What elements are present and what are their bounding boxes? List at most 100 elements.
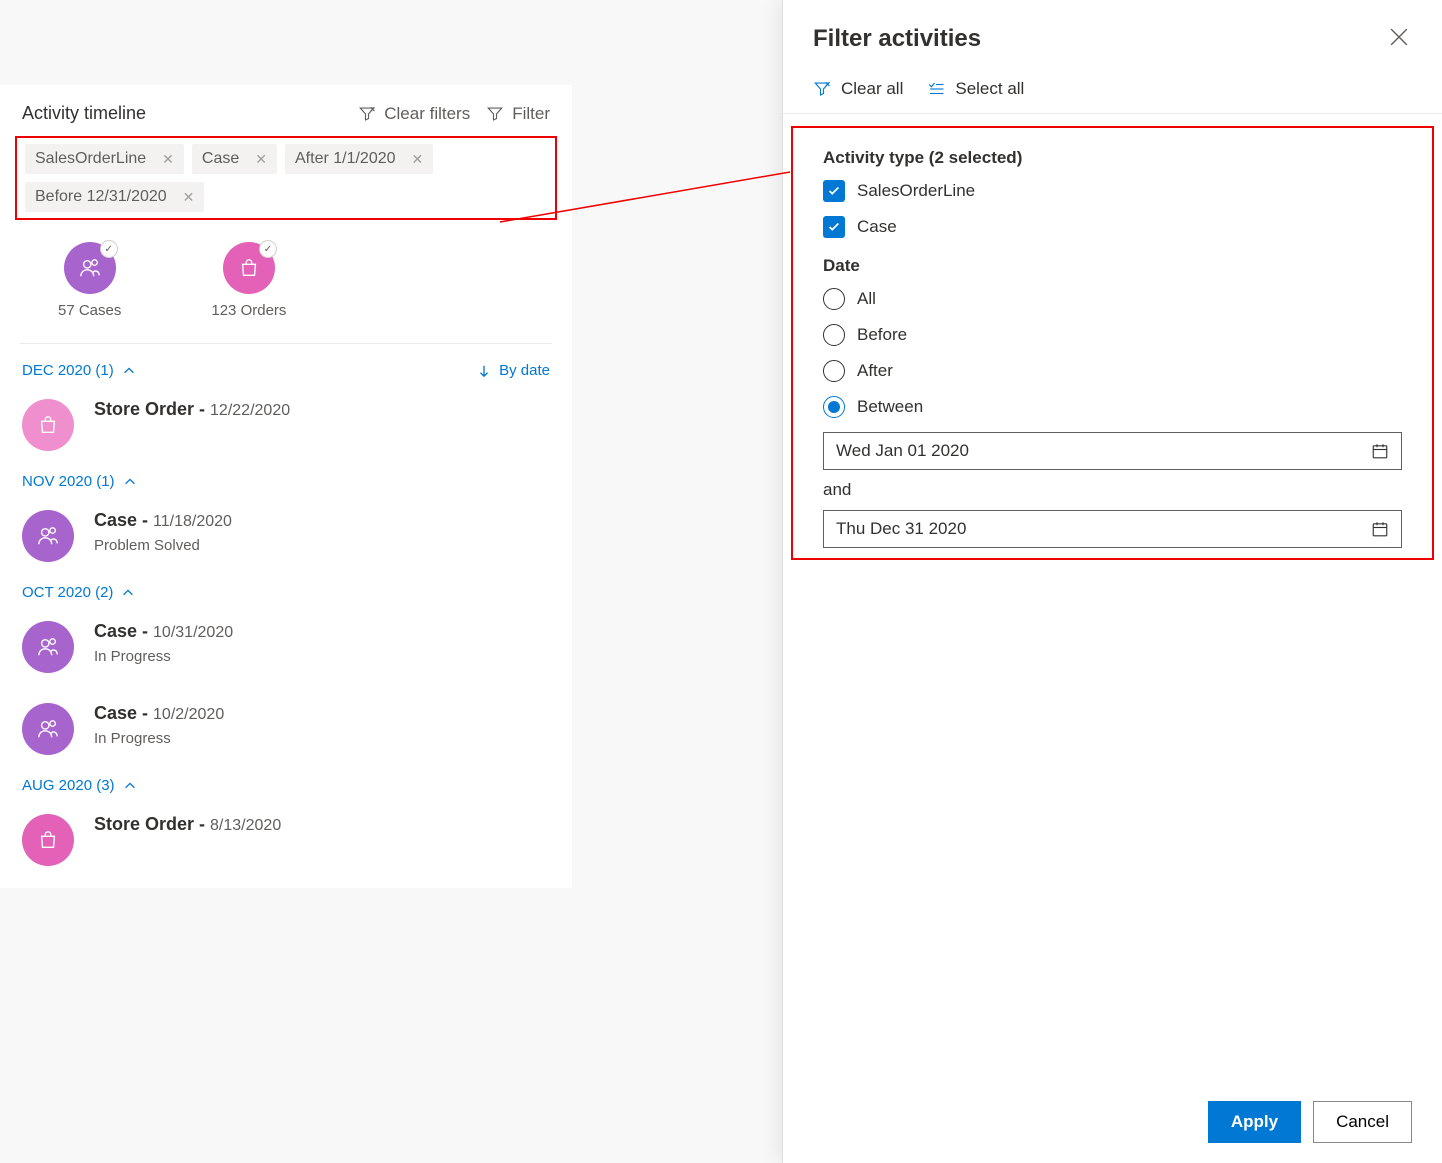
entry-subtitle: In Progress xyxy=(94,730,224,747)
section-toggle[interactable]: DEC 2020 (1) xyxy=(22,362,136,379)
apply-button[interactable]: Apply xyxy=(1208,1101,1301,1143)
chip-remove-icon[interactable]: ✕ xyxy=(412,151,424,168)
summary-item[interactable]: ✓ 123 Orders xyxy=(211,242,286,319)
radio-icon xyxy=(823,288,845,310)
person-icon xyxy=(22,621,74,673)
filter-chip[interactable]: After 1/1/2020✕ xyxy=(285,144,433,174)
section-header-label: OCT 2020 (2) xyxy=(22,584,113,601)
timeline-entry[interactable]: Case - 11/18/2020 Problem Solved xyxy=(0,502,572,584)
filter-panel-header: Filter activities xyxy=(783,0,1442,69)
check-badge-icon: ✓ xyxy=(100,240,118,258)
clear-filters-button[interactable]: Clear filters xyxy=(358,104,470,124)
date-option-radio[interactable]: Before xyxy=(823,324,1402,346)
entry-body: Case - 10/2/2020 In Progress xyxy=(94,703,224,747)
filter-chip[interactable]: SalesOrderLine✕ xyxy=(25,144,184,174)
timeline-entry[interactable]: Store Order - 8/13/2020 xyxy=(0,806,572,888)
section-toggle[interactable]: OCT 2020 (2) xyxy=(22,584,135,601)
chevron-up-icon xyxy=(121,586,135,600)
section-header-row: DEC 2020 (1) By date xyxy=(0,362,572,391)
and-label: and xyxy=(823,470,1402,510)
checkbox-label: SalesOrderLine xyxy=(857,181,975,201)
summary-label: 123 Orders xyxy=(211,302,286,319)
section-toggle[interactable]: NOV 2020 (1) xyxy=(22,473,137,490)
entry-date: 8/13/2020 xyxy=(210,817,281,834)
timeline-entry[interactable]: Case - 10/31/2020 In Progress xyxy=(0,613,572,695)
entry-subtitle: Problem Solved xyxy=(94,537,232,554)
person-icon xyxy=(22,703,74,755)
date-option-radio[interactable]: All xyxy=(823,288,1402,310)
filter-panel: Filter activities Clear all Select all A… xyxy=(782,0,1442,1163)
date-from-value: Wed Jan 01 2020 xyxy=(836,441,969,461)
activity-type-label: Activity type (2 selected) xyxy=(823,148,1402,168)
entry-date: 12/22/2020 xyxy=(210,402,290,419)
entry-date: 11/18/2020 xyxy=(153,513,232,530)
checkbox-label: Case xyxy=(857,217,897,237)
bag-icon: ✓ xyxy=(223,242,275,294)
date-to-input[interactable]: Thu Dec 31 2020 xyxy=(823,510,1402,548)
entry-title: Case - 10/31/2020 xyxy=(94,621,233,642)
chevron-up-icon xyxy=(122,364,136,378)
date-label: Date xyxy=(823,256,1402,276)
person-icon: ✓ xyxy=(64,242,116,294)
filter-label: Filter xyxy=(512,104,550,124)
radio-icon xyxy=(823,396,845,418)
section-header-row: AUG 2020 (3) xyxy=(0,777,572,806)
date-option-radio[interactable]: Between xyxy=(823,396,1402,418)
section-header-label: NOV 2020 (1) xyxy=(22,473,115,490)
radio-label: Before xyxy=(857,325,907,345)
filter-chip[interactable]: Case ✕ xyxy=(192,144,277,174)
filter-toolbar: Clear all Select all xyxy=(783,69,1442,114)
date-from-input[interactable]: Wed Jan 01 2020 xyxy=(823,432,1402,470)
filter-clear-icon xyxy=(813,80,831,98)
entry-body: Store Order - 8/13/2020 xyxy=(94,814,281,835)
chip-remove-icon[interactable]: ✕ xyxy=(162,151,174,168)
activity-type-checkbox[interactable]: Case xyxy=(823,216,1402,238)
select-all-button[interactable]: Select all xyxy=(927,79,1024,99)
date-to-value: Thu Dec 31 2020 xyxy=(836,519,966,539)
filter-panel-title: Filter activities xyxy=(813,25,981,53)
timeline-entry[interactable]: Case - 10/2/2020 In Progress xyxy=(0,695,572,777)
filter-icon xyxy=(486,105,504,123)
person-icon xyxy=(22,510,74,562)
entry-title: Case - 10/2/2020 xyxy=(94,703,224,724)
entry-title: Store Order - 8/13/2020 xyxy=(94,814,281,835)
close-icon xyxy=(1390,28,1408,46)
entry-date: 10/31/2020 xyxy=(153,624,233,641)
activity-type-checkbox[interactable]: SalesOrderLine xyxy=(823,180,1402,202)
clear-all-label: Clear all xyxy=(841,79,903,99)
timeline-entry[interactable]: Store Order - 12/22/2020 xyxy=(0,391,572,473)
entry-title: Store Order - 12/22/2020 xyxy=(94,399,290,420)
entry-body: Store Order - 12/22/2020 xyxy=(94,399,290,420)
section-header-row: NOV 2020 (1) xyxy=(0,473,572,502)
radio-label: Between xyxy=(857,397,923,417)
close-button[interactable] xyxy=(1386,24,1412,53)
entry-title: Case - 11/18/2020 xyxy=(94,510,232,531)
section-header-row: OCT 2020 (2) xyxy=(0,584,572,613)
timeline-header: Activity timeline Clear filters Filter xyxy=(0,85,572,136)
divider xyxy=(20,343,552,344)
cancel-button[interactable]: Cancel xyxy=(1313,1101,1412,1143)
checkbox-icon xyxy=(823,216,845,238)
check-badge-icon: ✓ xyxy=(259,240,277,258)
chip-label: Before 12/31/2020 xyxy=(35,188,167,206)
chip-label: Case xyxy=(202,150,239,168)
sort-by-date-button[interactable]: By date xyxy=(477,362,550,379)
filter-footer: Apply Cancel xyxy=(783,1081,1442,1163)
entry-subtitle: In Progress xyxy=(94,648,233,665)
chip-remove-icon[interactable]: ✕ xyxy=(255,151,267,168)
radio-label: All xyxy=(857,289,876,309)
radio-icon xyxy=(823,360,845,382)
section-toggle[interactable]: AUG 2020 (3) xyxy=(22,777,137,794)
bag-icon xyxy=(22,814,74,866)
chevron-up-icon xyxy=(123,779,137,793)
filter-button[interactable]: Filter xyxy=(486,104,550,124)
filter-clear-icon xyxy=(358,105,376,123)
filter-chips-container: SalesOrderLine✕Case✕After 1/1/2020✕Befor… xyxy=(15,136,557,220)
date-option-radio[interactable]: After xyxy=(823,360,1402,382)
select-all-icon xyxy=(927,80,945,98)
chip-remove-icon[interactable]: ✕ xyxy=(183,189,195,206)
clear-all-button[interactable]: Clear all xyxy=(813,79,903,99)
summary-item[interactable]: ✓57 Cases xyxy=(58,242,121,319)
filter-chip[interactable]: Before 12/31/2020 ✕ xyxy=(25,182,204,212)
checkbox-icon xyxy=(823,180,845,202)
